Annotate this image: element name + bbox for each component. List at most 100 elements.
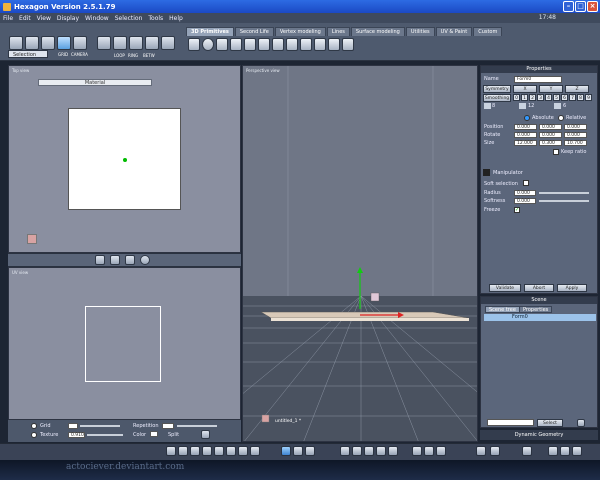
- repetition-slider[interactable]: [177, 425, 217, 427]
- scene-options-icon[interactable]: [577, 419, 585, 427]
- cone-icon[interactable]: [230, 38, 242, 51]
- tube-icon[interactable]: [258, 38, 270, 51]
- texture-field[interactable]: 0.910: [68, 432, 85, 438]
- capsule-icon[interactable]: [328, 38, 340, 51]
- move-icon[interactable]: [281, 446, 291, 456]
- uv-sphere-map-icon[interactable]: [140, 255, 150, 265]
- smoothing-3[interactable]: 3: [537, 94, 544, 101]
- tab-surface-modeling[interactable]: Surface modeling: [350, 27, 405, 36]
- selection-dropdown[interactable]: Selection: [8, 50, 48, 58]
- validate-button[interactable]: Validate: [489, 284, 521, 292]
- material-bar[interactable]: Material: [38, 79, 152, 86]
- menu-selection[interactable]: Selection: [115, 15, 143, 22]
- grid-radio[interactable]: [31, 423, 37, 429]
- symmetry-z-button[interactable]: Z: [565, 85, 589, 93]
- plane-icon[interactable]: [300, 38, 312, 51]
- menu-edit[interactable]: Edit: [19, 15, 31, 22]
- uv-view-viewport[interactable]: UV view: [8, 267, 241, 420]
- frame-icon[interactable]: [376, 446, 386, 456]
- soft-selection-checkbox[interactable]: [523, 180, 529, 186]
- face-mode-icon[interactable]: [129, 36, 143, 50]
- grid-display-icon[interactable]: [238, 446, 248, 456]
- uv-unfold-icon[interactable]: [110, 255, 120, 265]
- menu-view[interactable]: View: [37, 15, 51, 22]
- smoothing-7[interactable]: 7: [569, 94, 576, 101]
- texture-slider[interactable]: [87, 434, 123, 436]
- texture-preview-icon[interactable]: [214, 446, 224, 456]
- tab-uv-paint[interactable]: UV & Paint: [435, 27, 473, 36]
- symmetry-button[interactable]: Symmetry: [483, 85, 511, 93]
- tab-3d-primitives[interactable]: 3D Primitives: [186, 27, 234, 36]
- softness-slider[interactable]: [539, 200, 589, 202]
- rotate-y-field[interactable]: 0.000: [539, 132, 562, 138]
- scene-search-field[interactable]: [487, 419, 534, 426]
- absolute-radio[interactable]: [524, 115, 530, 121]
- camera-icon[interactable]: [201, 430, 210, 439]
- render-icon[interactable]: [166, 446, 176, 456]
- smooth-preview-icon[interactable]: [202, 446, 212, 456]
- size-y-field[interactable]: 0.300: [539, 140, 562, 146]
- position-y-field[interactable]: 0.000: [539, 124, 562, 130]
- keep-ratio-checkbox[interactable]: [553, 149, 559, 155]
- object-mode-icon[interactable]: [145, 36, 159, 50]
- smoothing-1[interactable]: 1: [521, 94, 528, 101]
- grid-slider[interactable]: [80, 425, 120, 427]
- pan-icon[interactable]: [352, 446, 362, 456]
- grid-tool-icon[interactable]: [57, 36, 71, 50]
- tab-vertex-modeling[interactable]: Vertex modeling: [274, 27, 326, 36]
- camera-tool-icon[interactable]: [73, 36, 87, 50]
- size-z-field[interactable]: 10.700: [564, 140, 587, 146]
- texture-radio[interactable]: [31, 432, 37, 438]
- top-view-viewport[interactable]: Top view Material: [8, 65, 241, 253]
- uv-select-icon[interactable]: [95, 255, 105, 265]
- repetition-field[interactable]: [162, 423, 174, 429]
- scale-icon[interactable]: [305, 446, 315, 456]
- tab-utilities[interactable]: Utilities: [405, 27, 435, 36]
- snapshot-icon[interactable]: [476, 446, 486, 456]
- grid-field[interactable]: [68, 423, 78, 429]
- plane-top-projection[interactable]: [68, 108, 181, 210]
- tab-scene-tree[interactable]: Scene tree: [485, 306, 520, 313]
- history-icon[interactable]: [572, 446, 582, 456]
- tab-custom[interactable]: Custom: [473, 27, 503, 36]
- orbit-icon[interactable]: [364, 446, 374, 456]
- position-z-field[interactable]: 0.000: [564, 124, 587, 130]
- symmetry-x-button[interactable]: X: [513, 85, 537, 93]
- auto-mode-icon[interactable]: [161, 36, 175, 50]
- maximize-button[interactable]: □: [575, 1, 586, 12]
- menu-window[interactable]: Window: [85, 15, 109, 22]
- rotate-x-field[interactable]: 0.000: [514, 132, 537, 138]
- position-x-field[interactable]: 0.000: [514, 124, 537, 130]
- wireframe-icon[interactable]: [190, 446, 200, 456]
- brush-select-icon[interactable]: [41, 36, 55, 50]
- uv-map-icon[interactable]: [125, 255, 135, 265]
- scene-tree-item-form0[interactable]: Form0: [484, 314, 596, 321]
- zoom-icon[interactable]: [340, 446, 350, 456]
- cylinder-icon[interactable]: [216, 38, 228, 51]
- softness-field[interactable]: 0.000: [514, 198, 536, 204]
- radius-slider[interactable]: [539, 192, 589, 194]
- rotate-z-field[interactable]: 0.000: [564, 132, 587, 138]
- ring-button[interactable]: RING: [128, 53, 138, 58]
- perspective-viewport[interactable]: Perspective view untitled_1 *: [242, 65, 478, 442]
- edge-mode-icon[interactable]: [113, 36, 127, 50]
- abort-button[interactable]: Abort: [524, 284, 554, 292]
- shadow-icon[interactable]: [250, 446, 260, 456]
- camera-bookmark-icon[interactable]: [490, 446, 500, 456]
- relative-radio[interactable]: [558, 115, 564, 121]
- tab-scene-properties[interactable]: Properties: [519, 306, 553, 313]
- disk-icon[interactable]: [272, 38, 284, 51]
- minimize-button[interactable]: –: [563, 1, 574, 12]
- paint-select-icon[interactable]: [9, 36, 23, 50]
- menu-tools[interactable]: Tools: [148, 15, 163, 22]
- lasso-select-icon[interactable]: [25, 36, 39, 50]
- size-x-field[interactable]: 12.000: [514, 140, 537, 146]
- color-swatch[interactable]: [150, 431, 158, 437]
- smoothing-9[interactable]: 9: [585, 94, 592, 101]
- smoothing-8[interactable]: 8: [577, 94, 584, 101]
- close-button[interactable]: ×: [587, 1, 598, 12]
- cube-icon[interactable]: [188, 38, 200, 51]
- quad-view-icon[interactable]: [424, 446, 434, 456]
- redo-icon[interactable]: [560, 446, 570, 456]
- symmetry-y-button[interactable]: Y: [539, 85, 563, 93]
